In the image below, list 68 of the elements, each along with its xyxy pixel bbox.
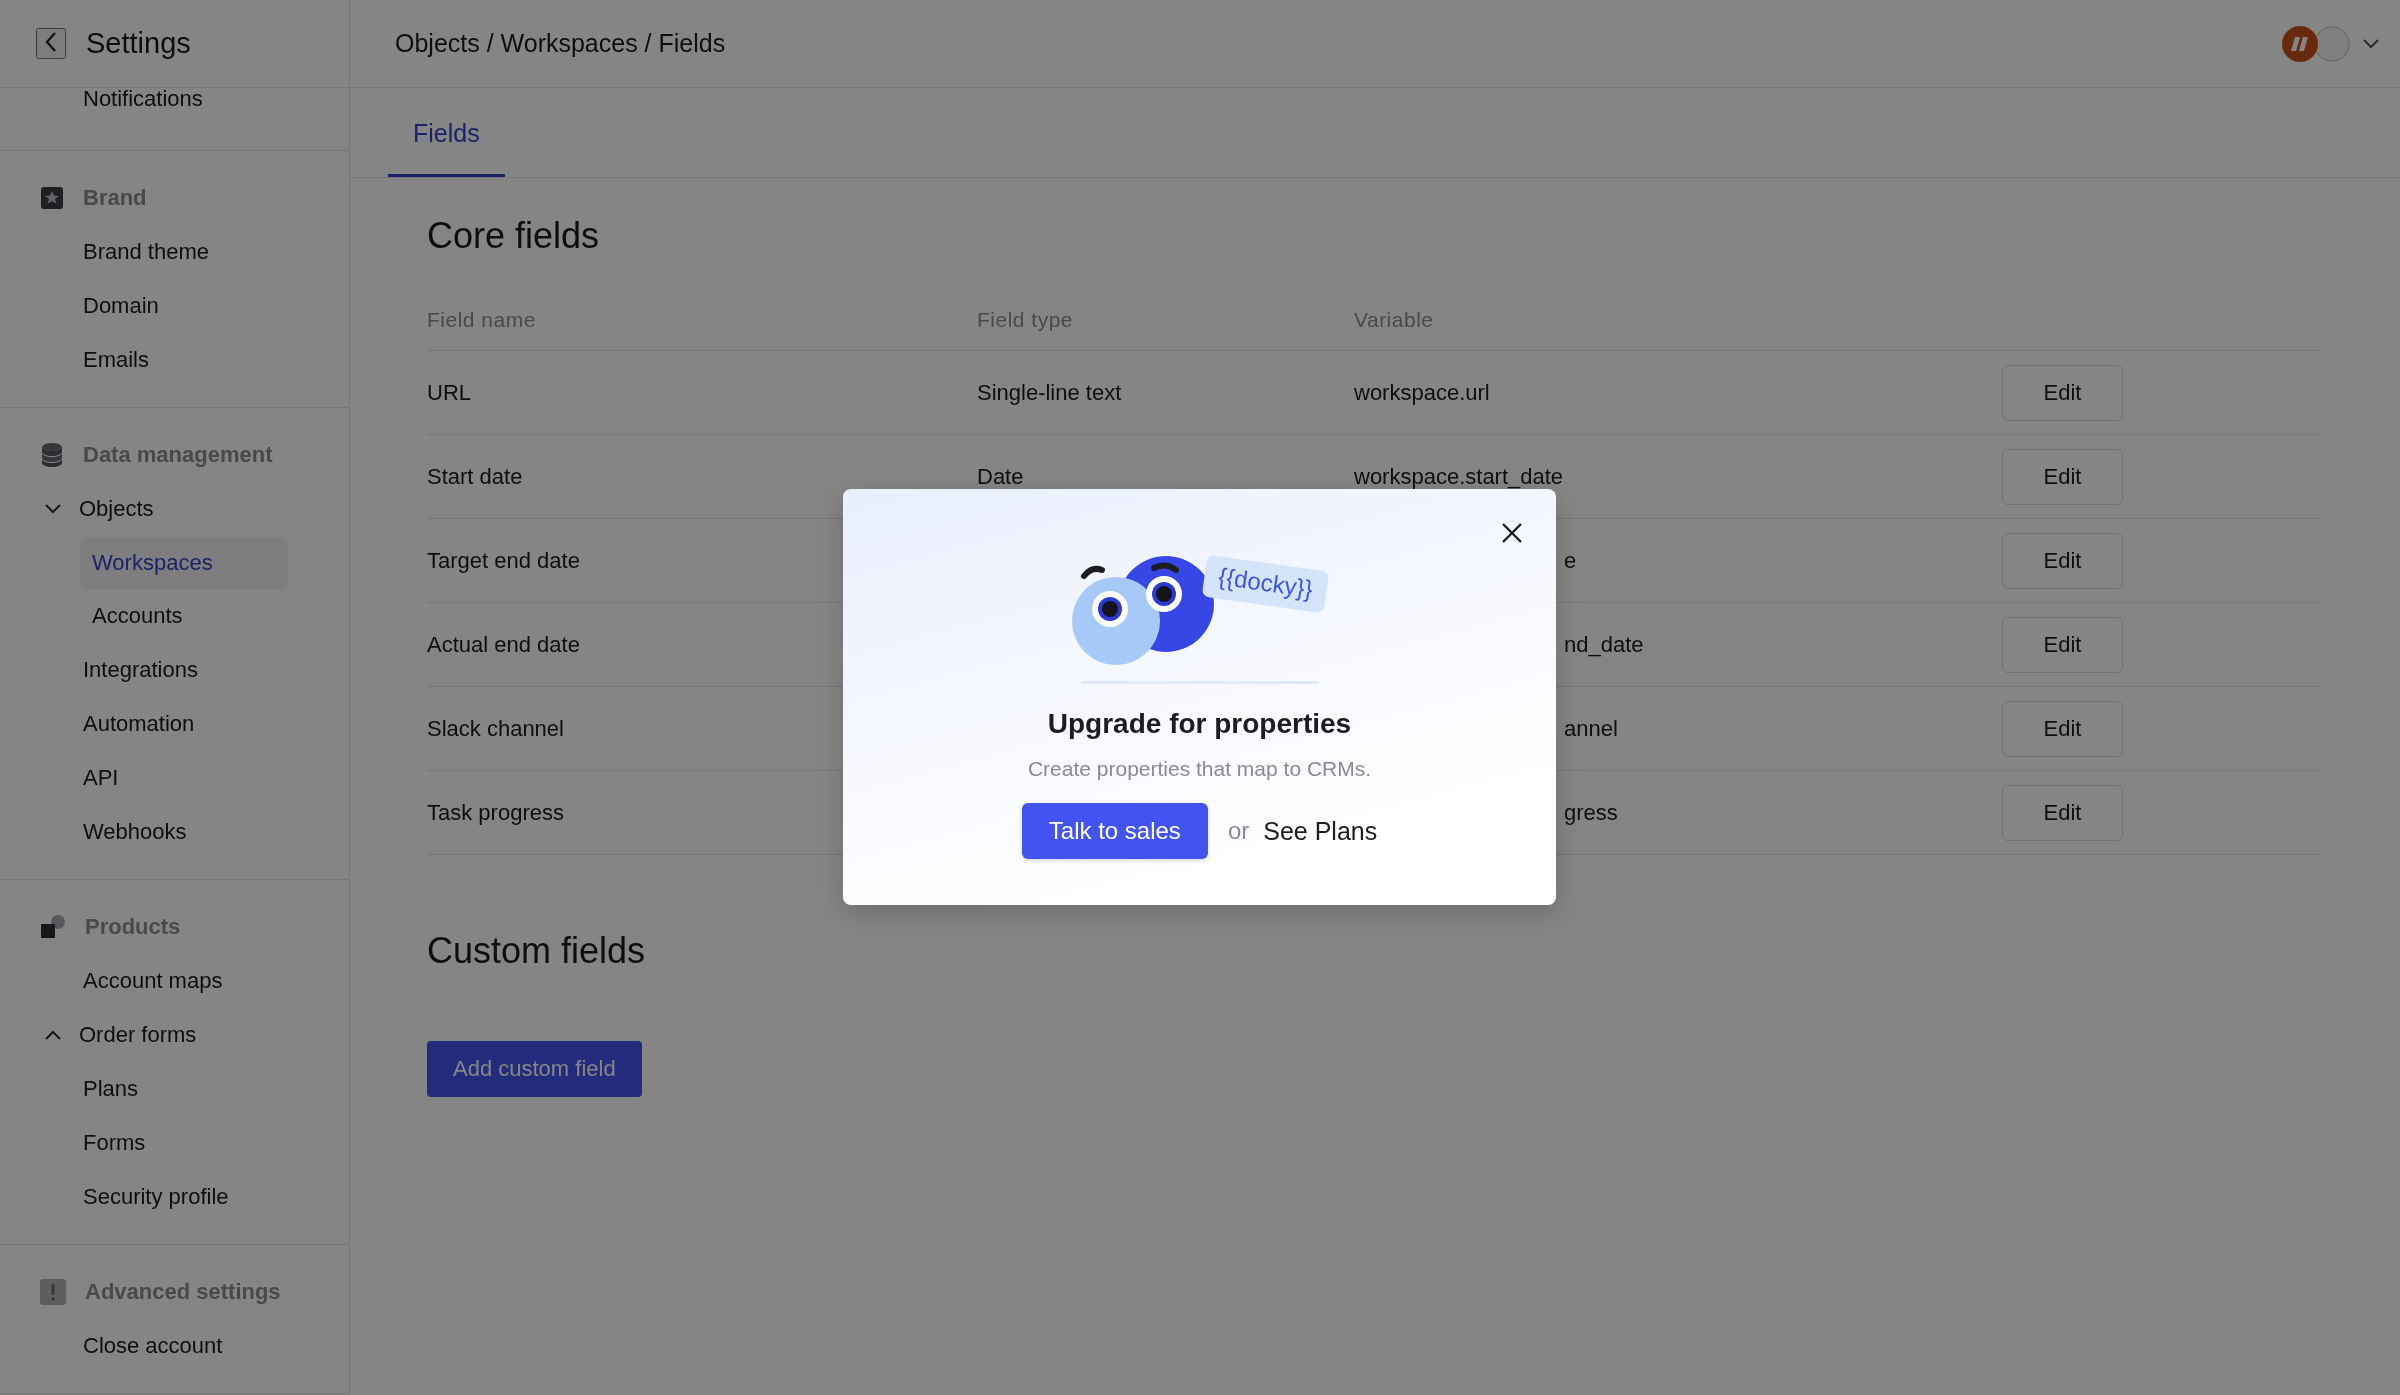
sidebar-item[interactable]: Notifications <box>0 88 349 110</box>
table-cell: annel <box>1564 715 1618 741</box>
table-cell: Actual end date <box>427 631 580 657</box>
chevron-down-icon[interactable] <box>2362 37 2380 50</box>
sidebar-item[interactable]: Automation <box>0 697 349 751</box>
avatar-icon[interactable] <box>2280 23 2352 64</box>
table-cell: workspace.start_date <box>1354 463 1564 489</box>
sidebar-title: Settings <box>86 27 191 60</box>
table-cell: Start date <box>427 463 523 489</box>
sidebar-item[interactable]: Webhooks <box>0 805 349 859</box>
column-header: Field name <box>427 308 536 331</box>
edit-button[interactable]: Edit <box>2002 784 2123 841</box>
sidebar-item[interactable]: Workspaces <box>80 537 288 589</box>
sidebar-item[interactable]: Forms <box>0 1116 349 1170</box>
sidebar-item[interactable]: Plans <box>0 1062 349 1116</box>
section-title: Core fields <box>427 214 601 258</box>
sidebar-item[interactable]: API <box>0 751 349 805</box>
section-heading: Brand <box>83 185 147 211</box>
sidebar-item[interactable]: Brand theme <box>0 225 349 279</box>
see-plans-link[interactable]: See Plans <box>1263 816 1378 846</box>
sidebar-item[interactable]: Close account <box>0 1319 349 1373</box>
table-cell: e <box>1564 547 1577 573</box>
chevron-down-icon <box>44 503 62 515</box>
section-heading: Data management <box>83 442 273 468</box>
table-cell: URL <box>427 379 471 405</box>
sidebar-item[interactable]: Domain <box>0 279 349 333</box>
back-icon <box>44 31 58 53</box>
tab[interactable]: Fields <box>388 87 505 177</box>
exclamation-icon <box>40 1279 66 1305</box>
edit-button[interactable]: Edit <box>2002 448 2123 505</box>
shapes-icon <box>40 914 66 940</box>
add-custom-field-button[interactable]: Add custom field <box>427 1041 642 1097</box>
modal-title: Upgrade for properties <box>1047 707 1352 741</box>
section-heading: Products <box>85 914 181 940</box>
column-header: Variable <box>1354 308 1434 331</box>
table-cell: Task progress <box>427 799 564 825</box>
separator-text: or <box>1227 817 1250 845</box>
sidebar-item[interactable]: Order forms <box>0 1008 349 1062</box>
sidebar-item[interactable]: Integrations <box>0 643 349 697</box>
sidebar-item[interactable]: Emails <box>0 333 349 387</box>
chevron-up-icon <box>44 1029 62 1041</box>
table-cell: gress <box>1564 799 1618 825</box>
table-cell: Single-line text <box>977 379 1122 405</box>
edit-button[interactable]: Edit <box>2002 616 2123 673</box>
breadcrumb: Objects / Workspaces / Fields <box>395 29 726 58</box>
section-heading: Advanced settings <box>85 1279 281 1305</box>
table-cell: Date <box>977 463 1024 489</box>
column-header: Field type <box>977 308 1074 331</box>
sidebar-item-label: Objects <box>79 496 154 522</box>
close-icon <box>1501 522 1523 544</box>
table-cell: workspace.url <box>1354 379 1490 405</box>
sidebar-item[interactable]: Account maps <box>0 954 349 1008</box>
edit-button[interactable]: Edit <box>2002 364 2123 421</box>
talk-to-sales-button[interactable]: Talk to sales <box>1021 803 1208 859</box>
table-cell: nd_date <box>1564 631 1644 657</box>
sidebar-item[interactable]: Accounts <box>80 590 288 642</box>
table-cell: Target end date <box>427 547 580 573</box>
variable-tag: {{docky}} <box>1201 554 1329 614</box>
edit-button[interactable]: Edit <box>2002 532 2123 589</box>
back-button[interactable] <box>36 28 66 59</box>
section-title: Custom fields <box>427 929 647 973</box>
modal-subtitle: Create properties that map to CRMs. <box>1027 757 1372 781</box>
edit-button[interactable]: Edit <box>2002 700 2123 757</box>
sidebar-item[interactable]: Objects <box>0 482 349 536</box>
sidebar-item-label: Order forms <box>79 1022 197 1048</box>
sidebar-item[interactable]: Security profile <box>0 1170 349 1224</box>
table-cell: Slack channel <box>427 715 564 741</box>
database-icon <box>40 442 64 468</box>
